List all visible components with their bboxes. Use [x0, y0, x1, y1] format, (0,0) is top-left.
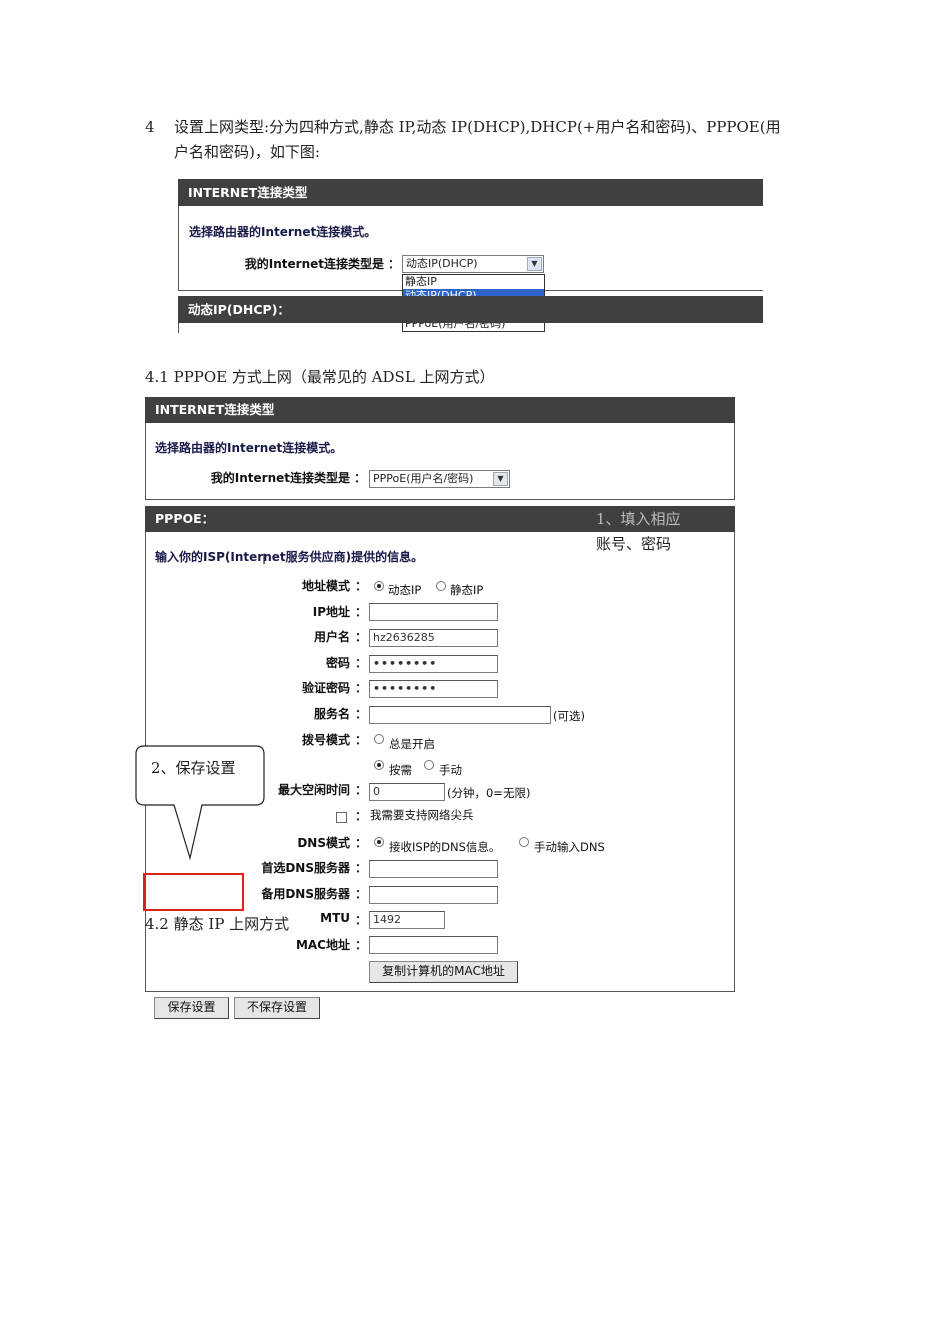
clone-mac-button[interactable]: 复制计算机的MAC地址 — [369, 961, 518, 983]
section-number: 4 — [145, 118, 155, 136]
dns-isp-label: 接收ISP的DNS信息。 — [389, 840, 501, 854]
connection-mode-instruction: 选择路由器的Internet连接模式。 — [189, 225, 377, 239]
dropdown-option[interactable]: 静态IP — [403, 275, 544, 289]
colon: ： — [355, 861, 368, 875]
service-name-label: 服务名 — [313, 707, 350, 721]
username-label: 用户名 — [313, 630, 350, 644]
secondary-dns-input[interactable] — [369, 886, 498, 904]
connection-type-select[interactable]: 动态IP(DHCP) ▼ — [402, 255, 544, 273]
ip-address-input[interactable] — [369, 603, 498, 621]
static-ip-radio[interactable] — [436, 581, 446, 591]
mtu-input[interactable]: 1492 — [369, 911, 445, 929]
colon: ： — [355, 887, 368, 901]
max-idle-hint: (分钟，0=无限) — [447, 786, 531, 800]
optional-hint: (可选) — [553, 709, 585, 723]
text-cursor-icon: I — [262, 552, 267, 568]
colon: ： — [355, 836, 368, 850]
mac-address-input[interactable] — [369, 936, 498, 954]
secondary-dns-label: 备用DNS服务器 — [261, 887, 350, 901]
address-mode-label: 地址模式 — [301, 579, 350, 593]
dynamic-ip-radio[interactable] — [374, 581, 384, 591]
verify-password-label: 验证密码 — [301, 681, 350, 695]
colon: ： — [388, 257, 401, 271]
always-on-radio[interactable] — [374, 734, 384, 744]
dhcp-section-header: 动态IP(DHCP)： — [178, 296, 763, 323]
dns-manual-radio[interactable] — [519, 837, 529, 847]
primary-dns-input[interactable] — [369, 860, 498, 878]
netsniper-label: 我需要支持网络尖兵 — [370, 808, 474, 822]
password-input[interactable]: •••••••• — [369, 655, 498, 673]
on-demand-label: 按需 — [389, 763, 412, 777]
dns-manual-label: 手动输入DNS — [534, 840, 605, 854]
connection-type-label-2: 我的Internet连接类型是 — [210, 471, 350, 485]
netsniper-checkbox[interactable] — [336, 812, 347, 823]
panel-edge — [178, 323, 179, 333]
connection-type-select-2[interactable]: PPPoE(用户名/密码) ▼ — [369, 470, 510, 488]
colon: ： — [355, 913, 368, 927]
save-settings-button[interactable]: 保存设置 — [154, 997, 229, 1019]
colon: ： — [355, 630, 368, 644]
connection-type-panel-2 — [145, 423, 735, 500]
dont-save-settings-button[interactable]: 不保存设置 — [234, 997, 320, 1019]
manual-dial-label: 手动 — [439, 763, 462, 777]
chevron-down-icon[interactable]: ▼ — [527, 257, 542, 271]
ip-address-label: IP地址 — [312, 605, 350, 619]
service-name-input[interactable] — [369, 706, 551, 724]
section41-title: 4.1 PPPOE 方式上网（最常见的 ADSL 上网方式） — [145, 368, 495, 386]
static-ip-label: 静态IP — [450, 583, 484, 597]
connection-type-select-value-2: PPPoE(用户名/密码) — [373, 472, 474, 485]
connection-type-label: 我的Internet连接类型是 — [244, 257, 384, 271]
colon: ： — [355, 681, 368, 695]
dns-isp-radio[interactable] — [374, 837, 384, 847]
colon: ： — [355, 656, 368, 670]
chevron-down-icon[interactable]: ▼ — [493, 472, 508, 486]
highlight-rectangle — [143, 873, 244, 911]
connection-type-header: INTERNET连接类型 — [178, 179, 763, 206]
dynamic-ip-label: 动态IP — [388, 583, 422, 597]
password-label: 密码 — [325, 656, 350, 670]
mac-address-label: MAC地址 — [295, 938, 350, 952]
colon: ： — [355, 783, 368, 797]
username-input[interactable]: hz2636285 — [369, 629, 498, 647]
colon: ： — [355, 579, 368, 593]
annotation-fill-account-line1: 1、填入相应 — [596, 510, 681, 528]
max-idle-input[interactable]: 0 — [369, 783, 445, 801]
section42-title: 4.2 静态 IP 上网方式 — [145, 915, 290, 933]
always-on-label: 总是开启 — [389, 737, 435, 751]
colon: ： — [355, 733, 368, 747]
on-demand-radio[interactable] — [374, 760, 384, 770]
isp-info-text: 输入你的ISP(Internet服务供应商)提供的信息。 — [155, 550, 424, 564]
verify-password-input[interactable]: •••••••• — [369, 680, 498, 698]
colon: ： — [355, 938, 368, 952]
colon: ： — [355, 605, 368, 619]
colon: ： — [355, 707, 368, 721]
colon: ： — [355, 809, 368, 823]
connection-type-select-value: 动态IP(DHCP) — [406, 257, 478, 270]
colon: ： — [354, 471, 367, 485]
section4-text-line1: 设置上网类型:分为四种方式,静态 IP,动态 IP(DHCP),DHCP(+用户… — [174, 118, 781, 136]
connection-mode-instruction-2: 选择路由器的Internet连接模式。 — [155, 441, 343, 455]
manual-dial-radio[interactable] — [424, 760, 434, 770]
annotation-save-callout: 2、保存设置 — [151, 759, 236, 777]
annotation-fill-account-line2: 账号、密码 — [596, 535, 672, 553]
section4-text-line2: 户名和密码)，如下图: — [174, 143, 320, 161]
connection-type-header-2: INTERNET连接类型 — [145, 397, 735, 423]
